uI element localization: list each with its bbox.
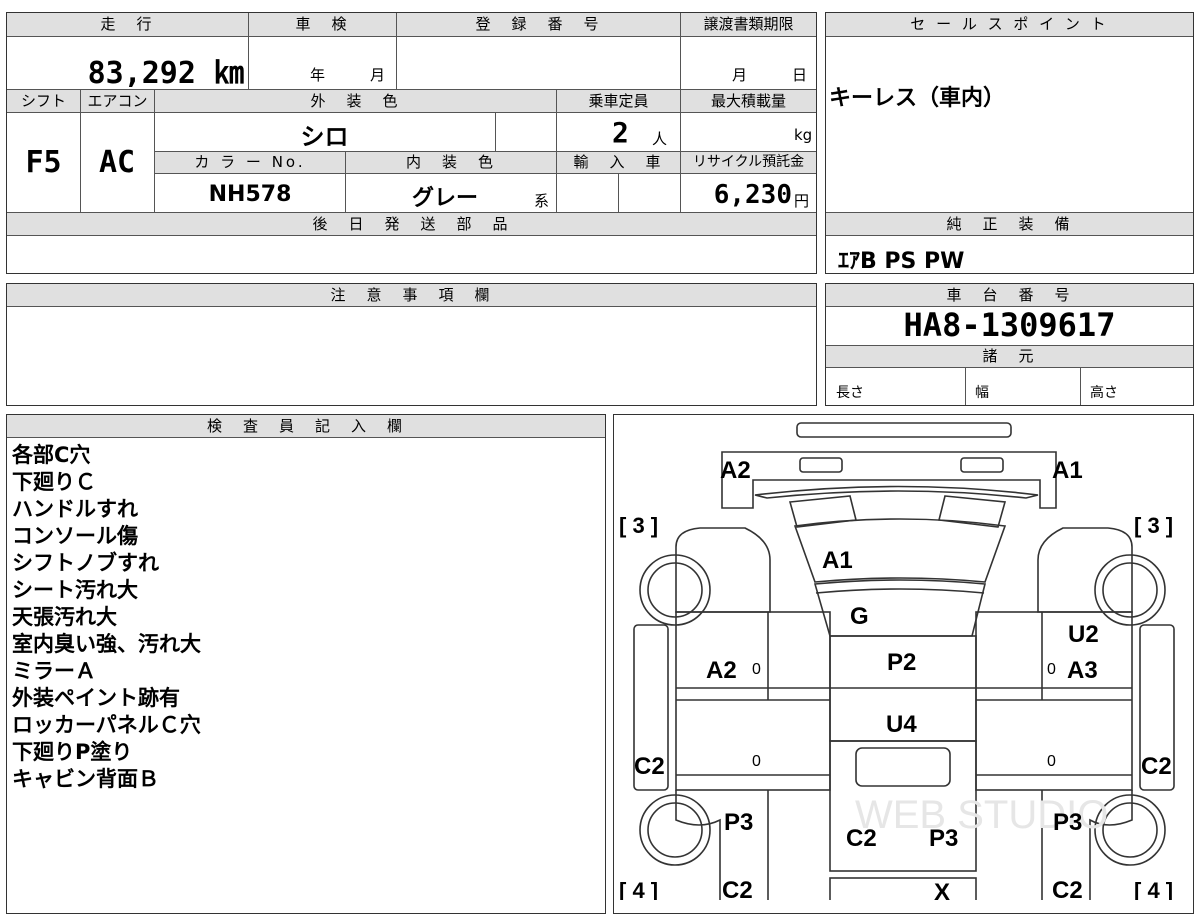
inspection-month: 月: [370, 66, 386, 84]
transfer-month: 月: [732, 66, 748, 84]
inspector-note: キャビン背面Ｂ: [12, 767, 159, 791]
capacity-value: 2: [612, 116, 629, 149]
mileage-value: 83,292 ㎞: [87, 56, 244, 91]
inspector-note: シフトノブすれ: [12, 551, 159, 575]
inspector-note: 各部C穴: [12, 443, 91, 467]
mark-front-a2: A2: [720, 457, 751, 484]
max-load-header: 最大積載量: [680, 90, 816, 113]
ac-value: AC: [98, 145, 136, 180]
inspector-note: ミラーＡ: [12, 659, 96, 683]
mark-windshield-g: G: [850, 603, 869, 630]
notes-header: 注 意 事 項 欄: [7, 284, 816, 307]
inspector-note: ロッカーパネルＣ穴: [12, 713, 201, 737]
tire-label-rear-right: [ 4 ]: [1134, 878, 1173, 900]
mark-roof-p2: P2: [887, 649, 916, 676]
mark-bottom-left-c2: C2: [722, 877, 753, 900]
max-load-unit: kg: [794, 126, 813, 144]
color-no-value: NH578: [208, 182, 292, 207]
mark-zero: 0: [752, 753, 761, 770]
vehicle-damage-diagram: WEB STUDIO A2 A1 A1 G P2 U4 A2 U2 A3 C2 …: [619, 422, 1175, 900]
mark-bed-u4: U4: [886, 711, 917, 738]
inspector-note: 下廻りＣ: [12, 470, 96, 494]
registration-header: 登 録 番 号: [396, 13, 680, 37]
mark-front-a1: A1: [1052, 457, 1083, 484]
capacity-unit: 人: [652, 130, 668, 148]
mark-center-c2: C2: [846, 825, 877, 852]
mark-right-u2: U2: [1068, 621, 1099, 648]
inspection-year: 年: [310, 66, 326, 84]
exterior-color-value: シロ: [300, 123, 349, 151]
interior-color-value: グレー: [411, 186, 478, 211]
mark-right-c2: C2: [1141, 753, 1172, 780]
recycle-fee-header: リサイクル預託金: [680, 152, 816, 174]
ac-header: エアコン: [80, 90, 154, 113]
specs-header: 諸 元: [826, 346, 1193, 368]
chassis-number-value: HA8-1309617: [903, 306, 1116, 344]
mark-left-c2: C2: [634, 753, 665, 780]
inspector-note: コンソール傷: [12, 524, 138, 548]
tire-label-front-left: [ 3 ]: [619, 513, 658, 538]
mark-zero: 0: [752, 661, 761, 678]
genuine-equipment-header: 純 正 装 備: [826, 213, 1193, 236]
interior-color-header: 内 装 色: [345, 152, 556, 174]
mark-left-a2: A2: [706, 657, 737, 684]
mark-zero: 0: [1047, 753, 1056, 770]
height-label: 高さ: [1090, 385, 1118, 401]
chassis-number-header: 車 台 番 号: [826, 284, 1193, 307]
width-label: 幅: [975, 385, 989, 401]
tire-label-front-right: [ 3 ]: [1134, 513, 1173, 538]
recycle-fee-unit: 円: [794, 192, 810, 210]
sales-point-header: セ ー ル ス ポ イ ン ト: [826, 13, 1193, 37]
mark-right-a3: A3: [1067, 657, 1098, 684]
mark-zero: 0: [1047, 661, 1056, 678]
import-header: 輸 入 車: [556, 152, 680, 174]
genuine-equipment-value: ｴｱB PS PW: [838, 249, 965, 274]
exterior-color-header: 外 装 色: [154, 90, 556, 113]
inspector-header: 検 査 員 記 入 欄: [7, 415, 605, 438]
tire-label-rear-left: [ 4 ]: [619, 878, 658, 900]
inspector-note: シート汚れ大: [12, 578, 138, 602]
interior-color-suffix: 系: [534, 192, 550, 210]
inspector-notes: 各部C穴 下廻りＣ ハンドルすれ コンソール傷 シフトノブすれ シート汚れ大 天…: [12, 442, 201, 793]
mileage-header: 走 行: [7, 13, 248, 37]
mark-right-p3: P3: [1053, 809, 1082, 836]
shift-header: シフト: [7, 90, 80, 113]
inspector-note: ハンドルすれ: [12, 497, 138, 521]
transfer-deadline-header: 譲渡書類期限: [680, 13, 816, 37]
transfer-day: 日: [792, 66, 808, 84]
inspector-note: 室内臭い強、汚れ大: [12, 632, 201, 656]
inspection-header: 車 検: [248, 13, 396, 37]
color-no-header: カ ラ ー No.: [155, 152, 345, 174]
capacity-header: 乗車定員: [556, 90, 680, 113]
mark-hood-a1: A1: [822, 547, 853, 574]
later-parts-header: 後 日 発 送 部 品: [7, 213, 816, 236]
length-label: 長さ: [836, 385, 864, 401]
mark-center-p3: P3: [929, 825, 958, 852]
mark-bottom-right-c2: C2: [1052, 877, 1083, 900]
inspector-note: 下廻りP塗り: [12, 740, 133, 764]
inspector-note: 天張汚れ大: [12, 605, 117, 629]
inspector-note: 外装ペイント跡有: [12, 686, 180, 710]
mark-bottom-x: X: [934, 879, 950, 900]
sales-point-value: キーレス（車内）: [829, 86, 1006, 111]
shift-value: F5: [25, 145, 62, 180]
recycle-fee-value: 6,230: [713, 180, 792, 210]
mark-left-p3: P3: [724, 809, 753, 836]
